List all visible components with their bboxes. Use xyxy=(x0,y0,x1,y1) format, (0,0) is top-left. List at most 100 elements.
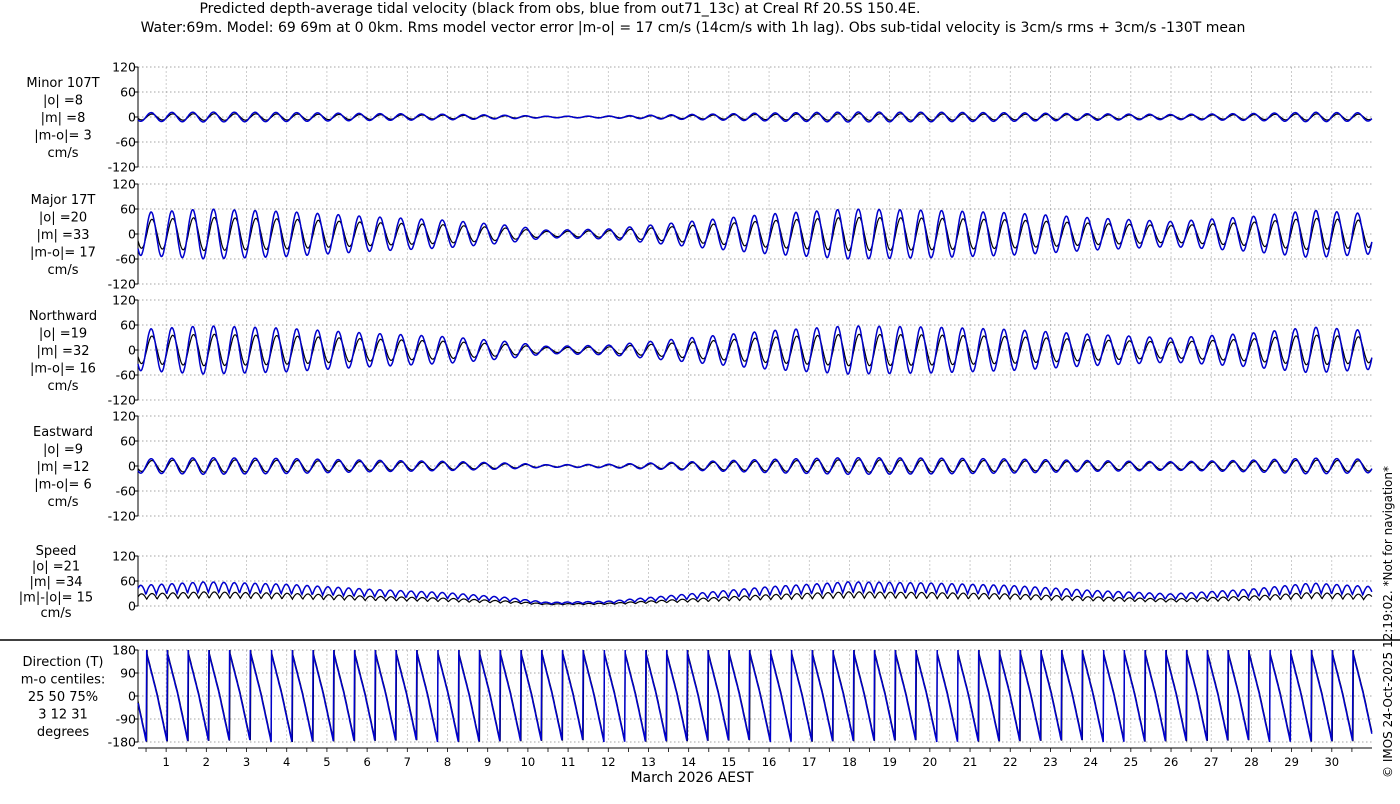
x-tick-label: 7 xyxy=(404,755,411,769)
panel-label-line: |m| =8 xyxy=(41,111,86,126)
y-tick-label: -120 xyxy=(108,509,136,524)
x-tick-label: 26 xyxy=(1164,755,1179,769)
panel-label-line: 3 12 31 xyxy=(38,708,88,723)
tide-figure: Predicted depth-average tidal velocity (… xyxy=(0,0,1400,800)
panel-label-line: cm/s xyxy=(48,495,79,510)
y-tick-label: 0 xyxy=(128,689,136,704)
y-tick-label: -60 xyxy=(116,135,136,150)
panel-eastward: 120 60 0 -60 -120 Eastward |o| =9 |m| =12 |m-o|=… xyxy=(33,409,1373,524)
panel-label-line: degrees xyxy=(37,725,90,740)
panel-label-line: |m-o|= 6 xyxy=(34,478,92,493)
panel-label-line: cm/s xyxy=(48,146,79,161)
y-tick-label: -120 xyxy=(108,277,136,292)
panel-label-line: |m| =34 xyxy=(30,575,83,590)
panel-label-line: |m| =32 xyxy=(37,344,90,359)
y-tick-label: -60 xyxy=(116,368,136,383)
x-tick-label: 28 xyxy=(1244,755,1259,769)
x-tick-label: 18 xyxy=(842,755,857,769)
y-tick-label: 60 xyxy=(120,574,136,589)
x-axis: 1 2 3 4 5 6 7 8 9 10 11 12 13 14 15 16 17 18 19 20 21 22 23 24 2… xyxy=(138,747,1372,769)
x-tick-label: 9 xyxy=(484,755,491,769)
y-tick-label: -120 xyxy=(108,160,136,175)
x-tick-label: 23 xyxy=(1043,755,1058,769)
x-tick-label: 30 xyxy=(1324,755,1339,769)
panel-label-line: Minor 107T xyxy=(26,76,99,91)
y-tick-label: 120 xyxy=(112,293,136,308)
y-tick-label: 0 xyxy=(128,343,136,358)
x-tick-label: 22 xyxy=(1003,755,1018,769)
y-tick-label: 60 xyxy=(120,318,136,333)
y-tick-label: 120 xyxy=(112,60,136,75)
x-tick-label: 12 xyxy=(601,755,616,769)
chart-title: Predicted depth-average tidal velocity (… xyxy=(199,1,920,17)
panel-label-line: |m-o|= 17 xyxy=(30,246,96,261)
panel-northward: 120 60 0 -60 -120 Northward |o| =19 |m| =32 |m-o… xyxy=(29,293,1373,408)
y-tick-label: 120 xyxy=(112,409,136,424)
series-line-model xyxy=(137,581,1373,605)
x-tick-label: 11 xyxy=(561,755,576,769)
panel-label-line: Major 17T xyxy=(31,193,96,208)
panel-label-line: m-o centiles: xyxy=(21,673,106,688)
panel-label-line: |m|-|o|= 15 xyxy=(19,591,93,606)
x-tick-label: 1 xyxy=(162,755,169,769)
panel-label-line: Speed xyxy=(36,544,77,559)
panel-label-line: cm/s xyxy=(48,263,79,278)
y-tick-label: -90 xyxy=(116,712,136,727)
y-tick-label: 0 xyxy=(128,227,136,242)
y-tick-label: 60 xyxy=(120,202,136,217)
y-tick-label: 180 xyxy=(112,643,136,658)
panel-label-line: 25 50 75% xyxy=(28,690,98,705)
x-tick-label: 17 xyxy=(802,755,817,769)
panel-label-line: |o| =21 xyxy=(32,560,80,575)
panels: 120 60 0 -60 -120 Minor 107T |o| =8 |m| =8 |m-o|… xyxy=(0,60,1400,750)
x-tick-label: 5 xyxy=(323,755,330,769)
y-tick-label: 120 xyxy=(112,549,136,564)
y-tick-label: -60 xyxy=(116,252,136,267)
y-tick-label: 90 xyxy=(120,666,136,681)
y-tick-label: -120 xyxy=(108,393,136,408)
x-tick-label: 10 xyxy=(521,755,536,769)
panel-major: 120 60 0 -60 -120 Major 17T |o| =20 |m| =33 |m-o… xyxy=(30,177,1373,292)
panel-label-line: Direction (T) xyxy=(23,655,104,670)
panel-label-line: |m-o|= 16 xyxy=(30,362,96,377)
panel-label-line: |o| =8 xyxy=(43,94,83,109)
panel-label-line: |o| =9 xyxy=(43,443,83,458)
y-tick-label: 0 xyxy=(128,459,136,474)
x-tick-label: 6 xyxy=(363,755,370,769)
x-tick-label: 16 xyxy=(762,755,777,769)
panel-label-line: |m-o|= 3 xyxy=(34,129,92,144)
x-tick-label: 2 xyxy=(203,755,210,769)
watermark: © IMOS 24-Oct-2025 12:19:02. *Not for na… xyxy=(1381,466,1395,778)
y-tick-label: 0 xyxy=(128,599,136,614)
y-tick-label: 60 xyxy=(120,85,136,100)
panel-label-line: Eastward xyxy=(33,425,93,440)
panel-minor: 120 60 0 -60 -120 Minor 107T |o| =8 |m| =8 |m-o|… xyxy=(26,60,1373,175)
x-tick-label: 13 xyxy=(641,755,656,769)
panel-speed: 120 60 0 Speed|o| =21|m| =34|m|-|o|= 15cm/s xyxy=(19,544,1373,621)
x-tick-label: 19 xyxy=(882,755,897,769)
x-tick-label: 24 xyxy=(1083,755,1098,769)
panel-label-line: cm/s xyxy=(48,379,79,394)
tide-chart-svg: Predicted depth-average tidal velocity (… xyxy=(0,1,1400,786)
panel-direction: 180 90 0 -90 -180 Direction (T) m-o centiles: 2… xyxy=(21,643,1373,750)
x-tick-label: 15 xyxy=(722,755,737,769)
x-axis-label: March 2026 AEST xyxy=(630,770,754,786)
panel-label-line: |o| =19 xyxy=(39,327,87,342)
y-tick-label: 60 xyxy=(120,434,136,449)
y-tick-label: -60 xyxy=(116,484,136,499)
y-tick-label: -180 xyxy=(108,735,136,750)
x-tick-label: 21 xyxy=(963,755,978,769)
x-tick-label: 8 xyxy=(444,755,451,769)
panel-label-line: cm/s xyxy=(41,606,72,621)
chart-subtitle: Water:69m. Model: 69 69m at 0 0km. Rms m… xyxy=(141,20,1246,36)
panel-label-line: |o| =20 xyxy=(39,211,87,226)
x-tick-label: 4 xyxy=(283,755,290,769)
x-tick-label: 25 xyxy=(1124,755,1139,769)
panel-label-line: Northward xyxy=(29,309,97,324)
x-tick-label: 14 xyxy=(681,755,696,769)
panel-label-line: |m| =33 xyxy=(37,228,90,243)
y-tick-label: 120 xyxy=(112,177,136,192)
panel-label-line: |m| =12 xyxy=(37,460,90,475)
x-tick-label: 3 xyxy=(243,755,250,769)
x-tick-label: 29 xyxy=(1284,755,1299,769)
